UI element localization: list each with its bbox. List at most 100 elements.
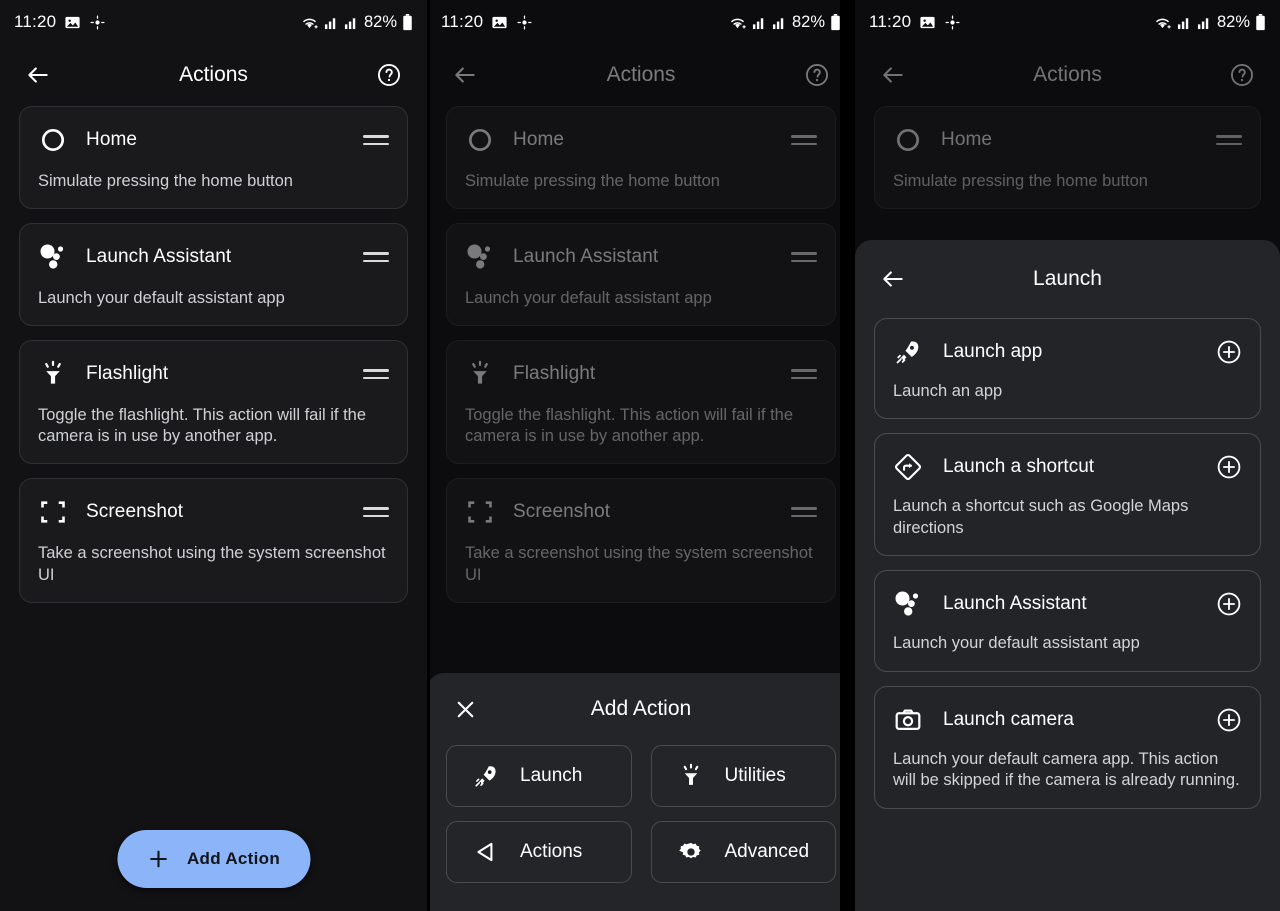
battery-percent-label: 82% bbox=[363, 12, 397, 31]
action-card-header: Screenshot bbox=[465, 497, 817, 527]
action-description: Toggle the flashlight. This action will … bbox=[38, 406, 367, 446]
back-button[interactable] bbox=[449, 59, 481, 91]
launch-item-title: Launch app bbox=[943, 341, 1043, 362]
category-label: Advanced bbox=[724, 841, 810, 862]
drag-handle-icon[interactable] bbox=[363, 249, 389, 265]
action-card-home[interactable]: Home Simulate pressing the home button bbox=[446, 106, 836, 210]
rocket-icon bbox=[472, 762, 500, 790]
launch-item-launch-camera[interactable]: Launch camera Launch your default camera… bbox=[874, 685, 1261, 809]
status-bar-right: 82% bbox=[300, 13, 413, 32]
launch-item-description: Launch an app bbox=[893, 382, 1003, 400]
actions-list: Home Simulate pressing the home button L… bbox=[0, 106, 427, 603]
add-action-fab[interactable]: Add Action bbox=[116, 830, 311, 888]
launch-item-launch-app[interactable]: Launch app Launch an app bbox=[874, 318, 1261, 420]
flashlight-icon bbox=[38, 359, 68, 389]
help-button[interactable] bbox=[1226, 59, 1258, 91]
action-description: Simulate pressing the home button bbox=[38, 172, 293, 190]
battery-percent-label: 82% bbox=[791, 12, 825, 31]
dimmed-content-scrim: Actions Home Simulate pressing the home … bbox=[427, 44, 855, 603]
back-button[interactable] bbox=[22, 59, 54, 91]
back-button[interactable] bbox=[877, 59, 909, 91]
category-button-advanced[interactable]: Advanced bbox=[650, 821, 836, 883]
location-icon bbox=[944, 14, 961, 31]
flashlight-icon bbox=[677, 762, 705, 790]
action-title: Launch Assistant bbox=[513, 246, 659, 268]
action-description: Simulate pressing the home button bbox=[893, 172, 1148, 190]
action-card-flashlight[interactable]: Flashlight Toggle the flashlight. This a… bbox=[19, 340, 408, 465]
add-action-bottom-sheet: Add Action Launch Utilities Actions Adva… bbox=[427, 673, 855, 911]
category-label: Utilities bbox=[724, 765, 786, 786]
action-card-launch-assistant[interactable]: Launch Assistant Launch your default ass… bbox=[446, 223, 836, 327]
bottom-sheet-title: Launch bbox=[1033, 267, 1102, 290]
status-bar-clock: 11:20 bbox=[14, 12, 57, 31]
signal-icon bbox=[772, 15, 787, 30]
plus-circle-icon[interactable] bbox=[1216, 707, 1242, 733]
help-button[interactable] bbox=[373, 59, 405, 91]
plus-circle-icon[interactable] bbox=[1216, 454, 1242, 480]
home-circle-icon bbox=[38, 125, 68, 155]
app-bar: Actions bbox=[855, 44, 1280, 106]
status-bar-right: 82% bbox=[728, 13, 841, 32]
action-card-screenshot[interactable]: Screenshot Take a screenshot using the s… bbox=[19, 478, 408, 603]
action-card-home[interactable]: Home Simulate pressing the home button bbox=[874, 106, 1261, 210]
signal-icon bbox=[324, 15, 339, 30]
launch-item-title: Launch camera bbox=[943, 708, 1074, 730]
action-card-header: Home bbox=[465, 125, 817, 155]
plus-circle-icon[interactable] bbox=[1216, 339, 1242, 365]
signal-icon bbox=[344, 15, 359, 30]
screenshot-stage: 11:20 82% Actions Home Simulate pressing… bbox=[0, 0, 1280, 911]
category-button-utilities[interactable]: Utilities bbox=[650, 745, 836, 807]
action-card-screenshot[interactable]: Screenshot Take a screenshot using the s… bbox=[446, 478, 836, 603]
status-bar-left: 11:20 bbox=[441, 12, 533, 32]
action-card-header: Launch Assistant bbox=[465, 242, 817, 272]
back-triangle-icon bbox=[472, 838, 500, 866]
signal-icon bbox=[1197, 15, 1212, 30]
action-description: Launch your default assistant app bbox=[38, 289, 285, 308]
panel-divider bbox=[427, 0, 430, 911]
category-button-launch[interactable]: Launch bbox=[446, 745, 632, 807]
drag-handle-icon[interactable] bbox=[363, 132, 389, 148]
action-title: Launch Assistant bbox=[86, 246, 232, 268]
image-icon bbox=[919, 14, 936, 31]
battery-icon bbox=[1255, 13, 1266, 31]
launch-item-description: Launch a shortcut such as Google Maps di… bbox=[893, 497, 1189, 537]
launch-item-title: Launch Assistant bbox=[943, 593, 1087, 615]
launch-item-header: Launch a shortcut bbox=[893, 452, 1242, 482]
action-card-launch-assistant[interactable]: Launch Assistant Launch your default ass… bbox=[19, 223, 408, 327]
drag-handle-icon[interactable] bbox=[1216, 132, 1242, 148]
drag-handle-icon[interactable] bbox=[791, 366, 817, 382]
action-card-header: Home bbox=[38, 125, 389, 155]
sheet-back-button[interactable] bbox=[877, 263, 909, 295]
category-grid: Launch Utilities Actions Advanced bbox=[427, 745, 855, 911]
shortcut-diamond-icon bbox=[893, 452, 923, 482]
close-button[interactable] bbox=[449, 693, 481, 725]
phone-panel-2: 11:20 82% Actions Home Simulate pressing… bbox=[427, 0, 855, 911]
status-bar-right: 82% bbox=[1153, 13, 1266, 32]
launch-item-description: Launch your default assistant app bbox=[893, 634, 1140, 653]
launch-item-launch-a-shortcut[interactable]: Launch a shortcut Launch a shortcut such… bbox=[874, 433, 1261, 557]
drag-handle-icon[interactable] bbox=[363, 504, 389, 520]
category-label: Actions bbox=[520, 841, 583, 862]
help-button[interactable] bbox=[801, 59, 833, 91]
drag-handle-icon[interactable] bbox=[791, 249, 817, 265]
action-card-home[interactable]: Home Simulate pressing the home button bbox=[19, 106, 408, 210]
wifi-icon bbox=[1153, 14, 1172, 31]
drag-handle-icon[interactable] bbox=[363, 366, 389, 382]
panel-divider bbox=[840, 0, 855, 911]
status-bar: 11:20 82% bbox=[0, 0, 427, 44]
plus-circle-icon[interactable] bbox=[1216, 591, 1242, 617]
screenshot-icon bbox=[38, 497, 68, 527]
image-icon bbox=[491, 14, 508, 31]
drag-handle-icon[interactable] bbox=[791, 132, 817, 148]
plus-icon bbox=[147, 848, 169, 870]
action-title: Home bbox=[941, 129, 993, 150]
category-button-actions[interactable]: Actions bbox=[446, 821, 632, 883]
drag-handle-icon[interactable] bbox=[791, 504, 817, 520]
assistant-icon bbox=[38, 242, 68, 272]
action-title: Flashlight bbox=[86, 363, 169, 385]
actions-list: Home Simulate pressing the home button bbox=[855, 106, 1280, 210]
launch-item-launch-assistant[interactable]: Launch Assistant Launch your default ass… bbox=[874, 570, 1261, 672]
assistant-icon bbox=[893, 589, 923, 619]
action-card-flashlight[interactable]: Flashlight Toggle the flashlight. This a… bbox=[446, 340, 836, 465]
bottom-sheet-header: Launch bbox=[855, 240, 1280, 318]
